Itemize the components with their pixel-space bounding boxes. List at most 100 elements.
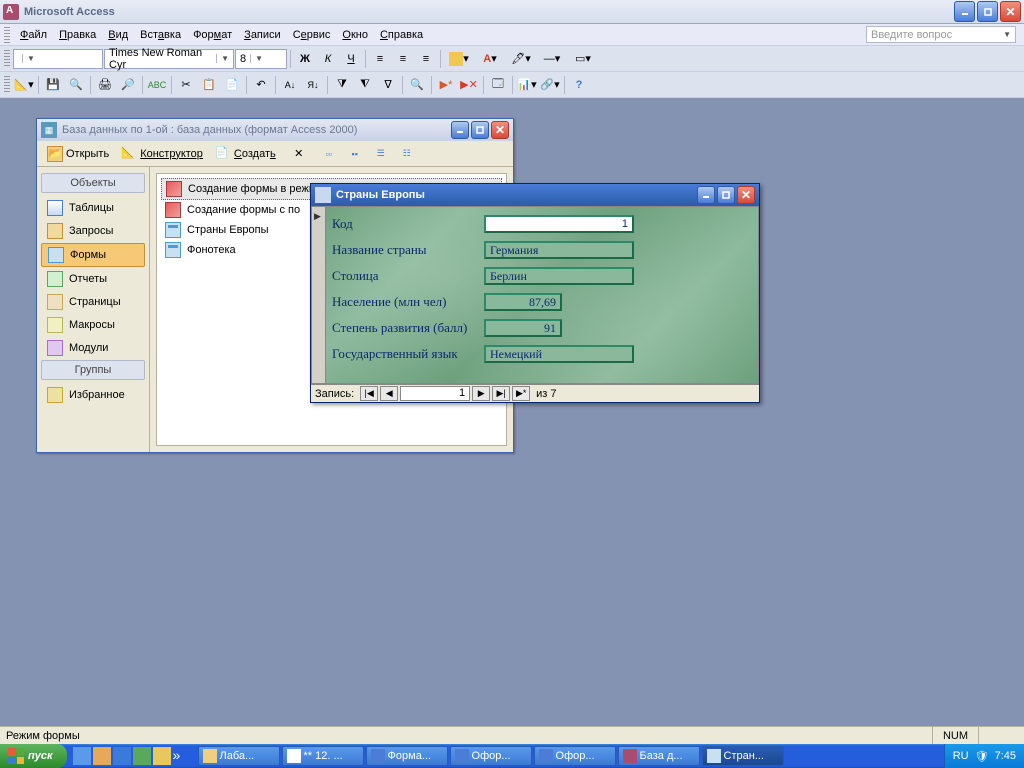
- nav-favorites[interactable]: Избранное: [41, 384, 145, 406]
- filter-form-button[interactable]: ⧨: [354, 74, 376, 96]
- new-object-button[interactable]: 📊▾: [516, 74, 538, 96]
- menu-edit[interactable]: Правка: [53, 27, 102, 43]
- form-minimize-button[interactable]: [697, 186, 715, 204]
- preview-button[interactable]: 🔎: [117, 74, 139, 96]
- nav-reports[interactable]: Отчеты: [41, 268, 145, 290]
- db-details-button[interactable]: ☷: [396, 143, 418, 165]
- db-titlebar[interactable]: ▦ База данных по 1-ой : база данных (фор…: [37, 119, 513, 141]
- spelling-button[interactable]: ABC: [146, 74, 168, 96]
- field-lang[interactable]: Немецкий: [484, 345, 634, 363]
- form-close-button[interactable]: ✕: [737, 186, 755, 204]
- db-delete-button[interactable]: ✕: [288, 143, 310, 165]
- apply-filter-button[interactable]: ∇: [377, 74, 399, 96]
- new-record-button[interactable]: ▶*: [435, 74, 457, 96]
- task-button[interactable]: Стран...: [702, 746, 784, 766]
- font-color-button[interactable]: A▾: [475, 48, 505, 70]
- task-button[interactable]: Офор...: [534, 746, 616, 766]
- ql-icon[interactable]: [93, 747, 111, 765]
- sort-asc-button[interactable]: А↓: [279, 74, 301, 96]
- recnav-current-input[interactable]: 1: [400, 386, 470, 401]
- db-minimize-button[interactable]: [451, 121, 469, 139]
- field-capital[interactable]: Берлин: [484, 267, 634, 285]
- db-maximize-button[interactable]: [471, 121, 489, 139]
- help-search-box[interactable]: Введите вопрос▼: [866, 26, 1016, 43]
- task-button[interactable]: Форма...: [366, 746, 448, 766]
- field-population[interactable]: 87,69: [484, 293, 562, 311]
- nav-group-groups[interactable]: Группы: [41, 360, 145, 380]
- toolbar-grip-2[interactable]: [4, 76, 10, 94]
- start-button[interactable]: пуск: [0, 744, 67, 768]
- db-design-button[interactable]: 📐Конструктор: [117, 144, 207, 164]
- maximize-button[interactable]: [977, 1, 998, 22]
- object-combo[interactable]: ▼: [13, 49, 103, 69]
- database-window-button[interactable]: 🗔: [487, 74, 509, 96]
- nav-macros[interactable]: Макросы: [41, 314, 145, 336]
- db-small-icons-button[interactable]: ▪▪: [344, 143, 366, 165]
- view-button[interactable]: 📐▾: [13, 74, 35, 96]
- nav-modules[interactable]: Модули: [41, 337, 145, 359]
- nav-tables[interactable]: Таблицы: [41, 197, 145, 219]
- clock[interactable]: 7:45: [995, 750, 1016, 762]
- copy-button[interactable]: 📋: [198, 74, 220, 96]
- task-button[interactable]: Офор...: [450, 746, 532, 766]
- align-left-button[interactable]: ≡: [369, 48, 391, 70]
- ql-icon[interactable]: [133, 747, 151, 765]
- menu-service[interactable]: Сервис: [287, 27, 337, 43]
- delete-record-button[interactable]: ▶✕: [458, 74, 480, 96]
- filter-selection-button[interactable]: ⧩: [331, 74, 353, 96]
- recnav-last-button[interactable]: ▶|: [492, 386, 510, 401]
- underline-button[interactable]: Ч: [340, 48, 362, 70]
- menu-insert[interactable]: Вставка: [134, 27, 187, 43]
- align-center-button[interactable]: ≡: [392, 48, 414, 70]
- save-button[interactable]: 💾: [42, 74, 64, 96]
- font-combo[interactable]: Times New Roman Cyr▼: [104, 49, 234, 69]
- undo-button[interactable]: ↶: [250, 74, 272, 96]
- menu-records[interactable]: Записи: [238, 27, 287, 43]
- form-titlebar[interactable]: Страны Европы ✕: [311, 184, 759, 206]
- nav-group-objects[interactable]: Объекты: [41, 173, 145, 193]
- find-button[interactable]: 🔍: [406, 74, 428, 96]
- fill-color-button[interactable]: ▾: [444, 48, 474, 70]
- line-width-button[interactable]: —▾: [537, 48, 567, 70]
- db-close-button[interactable]: ✕: [491, 121, 509, 139]
- record-selector[interactable]: [312, 207, 326, 383]
- db-list-button[interactable]: ☰: [370, 143, 392, 165]
- recnav-prev-button[interactable]: ◀: [380, 386, 398, 401]
- menu-window[interactable]: Окно: [336, 27, 374, 43]
- menu-view[interactable]: Вид: [102, 27, 134, 43]
- bold-button[interactable]: Ж: [294, 48, 316, 70]
- line-color-button[interactable]: 🖊▾: [506, 48, 536, 70]
- nav-queries[interactable]: Запросы: [41, 220, 145, 242]
- menubar-grip[interactable]: [4, 27, 10, 43]
- italic-button[interactable]: К: [317, 48, 339, 70]
- sort-desc-button[interactable]: Я↓: [302, 74, 324, 96]
- cut-button[interactable]: ✂: [175, 74, 197, 96]
- menu-help[interactable]: Справка: [374, 27, 429, 43]
- paste-button[interactable]: 📄: [221, 74, 243, 96]
- task-button[interactable]: Лаба...: [198, 746, 280, 766]
- recnav-next-button[interactable]: ▶: [472, 386, 490, 401]
- close-button[interactable]: ✕: [1000, 1, 1021, 22]
- task-button[interactable]: ** 12. ...: [282, 746, 364, 766]
- nav-forms[interactable]: Формы: [41, 243, 145, 267]
- field-country[interactable]: Германия: [484, 241, 634, 259]
- office-links-button[interactable]: 🔗▾: [539, 74, 561, 96]
- help-button[interactable]: ?: [568, 74, 590, 96]
- recnav-new-button[interactable]: ▶*: [512, 386, 530, 401]
- menu-format[interactable]: Формат: [187, 27, 238, 43]
- menu-file[interactable]: Файл: [14, 27, 53, 43]
- db-large-icons-button[interactable]: ▫▫: [318, 143, 340, 165]
- ql-icon[interactable]: [153, 747, 171, 765]
- fontsize-combo[interactable]: 8▼: [235, 49, 287, 69]
- minimize-button[interactable]: [954, 1, 975, 22]
- db-create-button[interactable]: 📄Создать: [211, 144, 280, 164]
- form-maximize-button[interactable]: [717, 186, 735, 204]
- toolbar-grip[interactable]: [4, 50, 10, 68]
- ql-icon[interactable]: [113, 747, 131, 765]
- field-dev[interactable]: 91: [484, 319, 562, 337]
- task-button[interactable]: База д...: [618, 746, 700, 766]
- align-right-button[interactable]: ≡: [415, 48, 437, 70]
- print-button[interactable]: 🖨: [94, 74, 116, 96]
- file-search-button[interactable]: 🔍: [65, 74, 87, 96]
- nav-pages[interactable]: Страницы: [41, 291, 145, 313]
